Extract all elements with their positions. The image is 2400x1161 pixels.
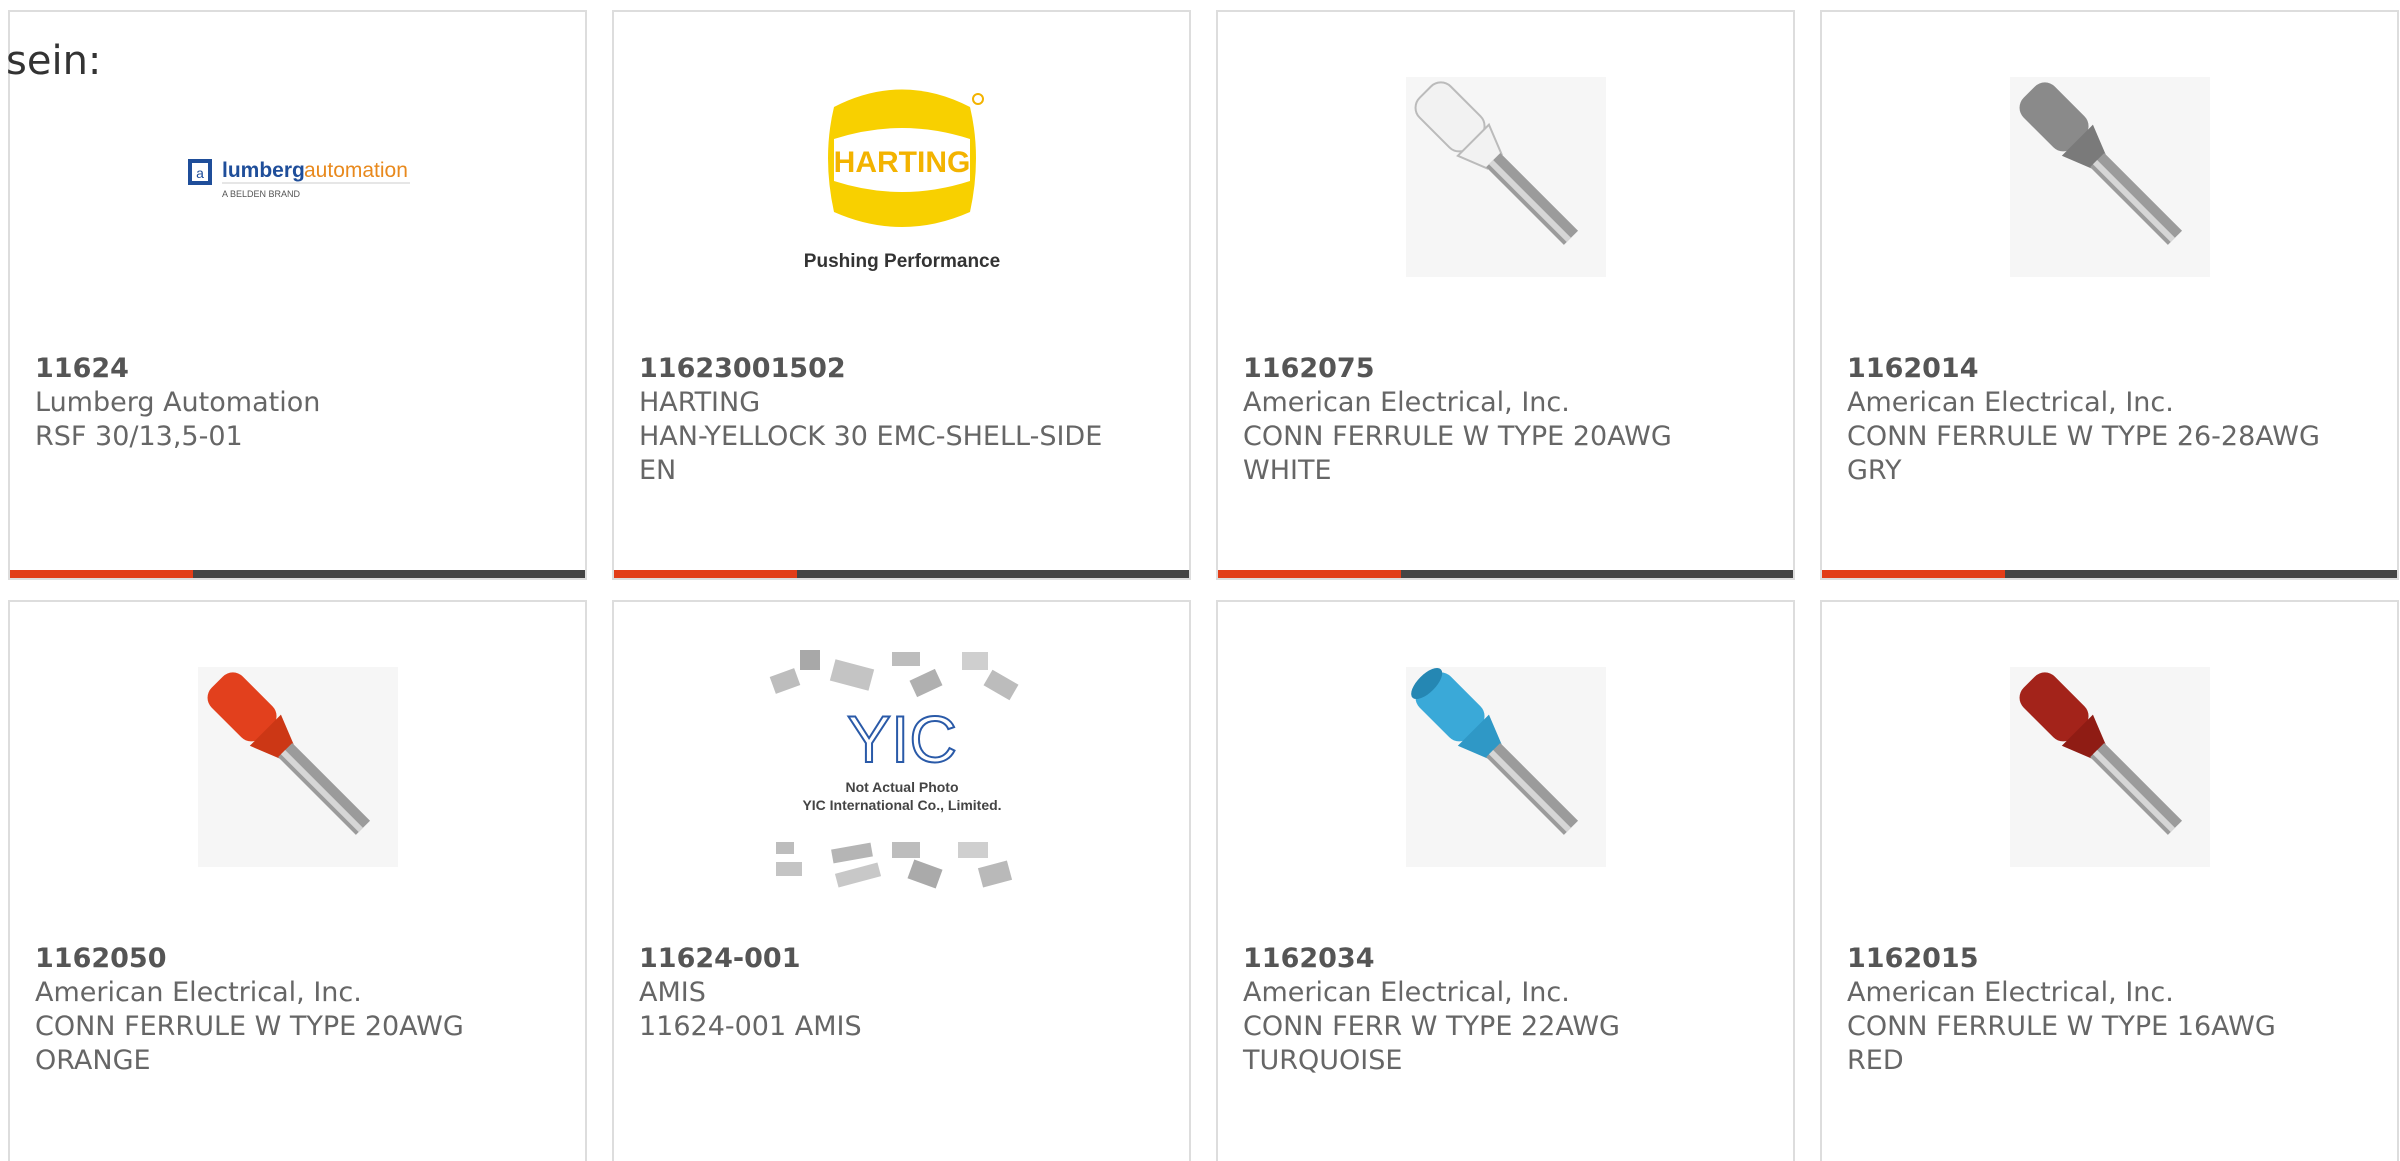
product-card[interactable]: 1162034 American Electrical, Inc. CONN F…: [1216, 600, 1795, 1161]
manufacturer: American Electrical, Inc.: [1847, 977, 2174, 1008]
ferrule-icon: [1405, 77, 1606, 277]
product-card[interactable]: 1162014 American Electrical, Inc. CONN F…: [1820, 10, 2399, 580]
lumberg-accent-text: automation: [304, 159, 408, 182]
description: CONN FERRULE W TYPE 26-28AWG GRY: [1847, 421, 2320, 486]
placeholder-image-icon: YIC Not Actual Photo YIC International C…: [769, 650, 1018, 889]
svg-text:YIC: YIC: [846, 702, 956, 776]
part-number[interactable]: 11624-001: [639, 942, 1119, 976]
harting-tagline-text: Pushing Performance: [803, 251, 999, 272]
harting-brand-text: HARTING: [833, 146, 970, 179]
product-image[interactable]: [1822, 42, 2397, 312]
description: CONN FERRULE W TYPE 20AWG ORANGE: [35, 1011, 464, 1076]
description: CONN FERRULE W TYPE 16AWG RED: [1847, 1011, 2276, 1076]
product-info: 1162050 American Electrical, Inc. CONN F…: [35, 942, 515, 1078]
card-bottom-bar: [1218, 570, 1793, 578]
lumberg-brand-text: lumberg: [222, 159, 305, 182]
part-number[interactable]: 1162015: [1847, 942, 2327, 976]
description: CONN FERR W TYPE 22AWG TURQUOISE: [1243, 1011, 1620, 1076]
product-image[interactable]: [10, 632, 585, 902]
product-card[interactable]: 1162050 American Electrical, Inc. CONN F…: [8, 600, 587, 1161]
manufacturer: AMIS: [639, 977, 706, 1008]
intro-text: sein:: [6, 38, 102, 84]
ferrule-icon: [197, 667, 398, 867]
description: HAN-YELLOCK 30 EMC-SHELL-SIDE EN: [639, 421, 1103, 486]
part-number[interactable]: 1162075: [1243, 352, 1723, 386]
manufacturer: American Electrical, Inc.: [1847, 387, 2174, 418]
manufacturer: HARTING: [639, 387, 761, 418]
product-card[interactable]: HARTING Pushing Performance 11623001502 …: [612, 10, 1191, 580]
product-grid: a lumberg automation A BELDEN BRAND 1162…: [8, 10, 2399, 1161]
lumberg-tag-text: A BELDEN BRAND: [222, 189, 301, 199]
product-image[interactable]: HARTING Pushing Performance: [614, 42, 1189, 312]
yic-line1: Not Actual Photo: [845, 779, 958, 795]
product-card[interactable]: 1162075 American Electrical, Inc. CONN F…: [1216, 10, 1795, 580]
product-image[interactable]: [1218, 42, 1793, 312]
description: 11624-001 AMIS: [639, 1011, 862, 1042]
card-bar-accent: [1822, 570, 2005, 578]
yic-line2: YIC International Co., Limited.: [802, 797, 1001, 813]
product-info: 1162034 American Electrical, Inc. CONN F…: [1243, 942, 1723, 1078]
manufacturer: American Electrical, Inc.: [1243, 387, 1570, 418]
product-image[interactable]: [1822, 632, 2397, 902]
card-bar-accent: [614, 570, 797, 578]
part-number[interactable]: 1162034: [1243, 942, 1723, 976]
product-card[interactable]: YIC Not Actual Photo YIC International C…: [612, 600, 1191, 1161]
card-bottom-bar: [1822, 570, 2397, 578]
ferrule-icon: [2009, 77, 2210, 277]
part-number[interactable]: 1162014: [1847, 352, 2327, 386]
manufacturer: American Electrical, Inc.: [35, 977, 362, 1008]
manufacturer: Lumberg Automation: [35, 387, 321, 418]
part-number[interactable]: 1162050: [35, 942, 515, 976]
card-bar-accent: [10, 570, 193, 578]
product-card[interactable]: 1162015 American Electrical, Inc. CONN F…: [1820, 600, 2399, 1161]
product-info: 11624-001 AMIS 11624-001 AMIS: [639, 942, 1119, 1044]
product-info: 1162075 American Electrical, Inc. CONN F…: [1243, 352, 1723, 488]
card-bottom-bar: [614, 570, 1189, 578]
page: sein: a lumberg automation A BELDEN BRAN…: [0, 0, 2400, 1161]
manufacturer: American Electrical, Inc.: [1243, 977, 1570, 1008]
lumberg-logo: a lumberg automation A BELDEN BRAND: [187, 159, 410, 199]
product-info: 11624 Lumberg Automation RSF 30/13,5-01: [35, 352, 515, 454]
description: CONN FERRULE W TYPE 20AWG WHITE: [1243, 421, 1672, 486]
product-info: 11623001502 HARTING HAN-YELLOCK 30 EMC-S…: [639, 352, 1119, 488]
ferrule-icon: [2009, 667, 2210, 867]
description: RSF 30/13,5-01: [35, 421, 243, 452]
ferrule-icon: [1405, 667, 1606, 867]
product-info: 1162014 American Electrical, Inc. CONN F…: [1847, 352, 2327, 488]
product-card[interactable]: a lumberg automation A BELDEN BRAND 1162…: [8, 10, 587, 580]
product-info: 1162015 American Electrical, Inc. CONN F…: [1847, 942, 2327, 1078]
part-number[interactable]: 11624: [35, 352, 515, 386]
svg-text:a: a: [196, 165, 204, 181]
product-image[interactable]: [1218, 632, 1793, 902]
card-bottom-bar: [10, 570, 585, 578]
card-bar-accent: [1218, 570, 1401, 578]
part-number[interactable]: 11623001502: [639, 352, 1119, 386]
product-image[interactable]: YIC Not Actual Photo YIC International C…: [614, 632, 1189, 902]
harting-logo: HARTING Pushing Performance: [803, 89, 1000, 272]
